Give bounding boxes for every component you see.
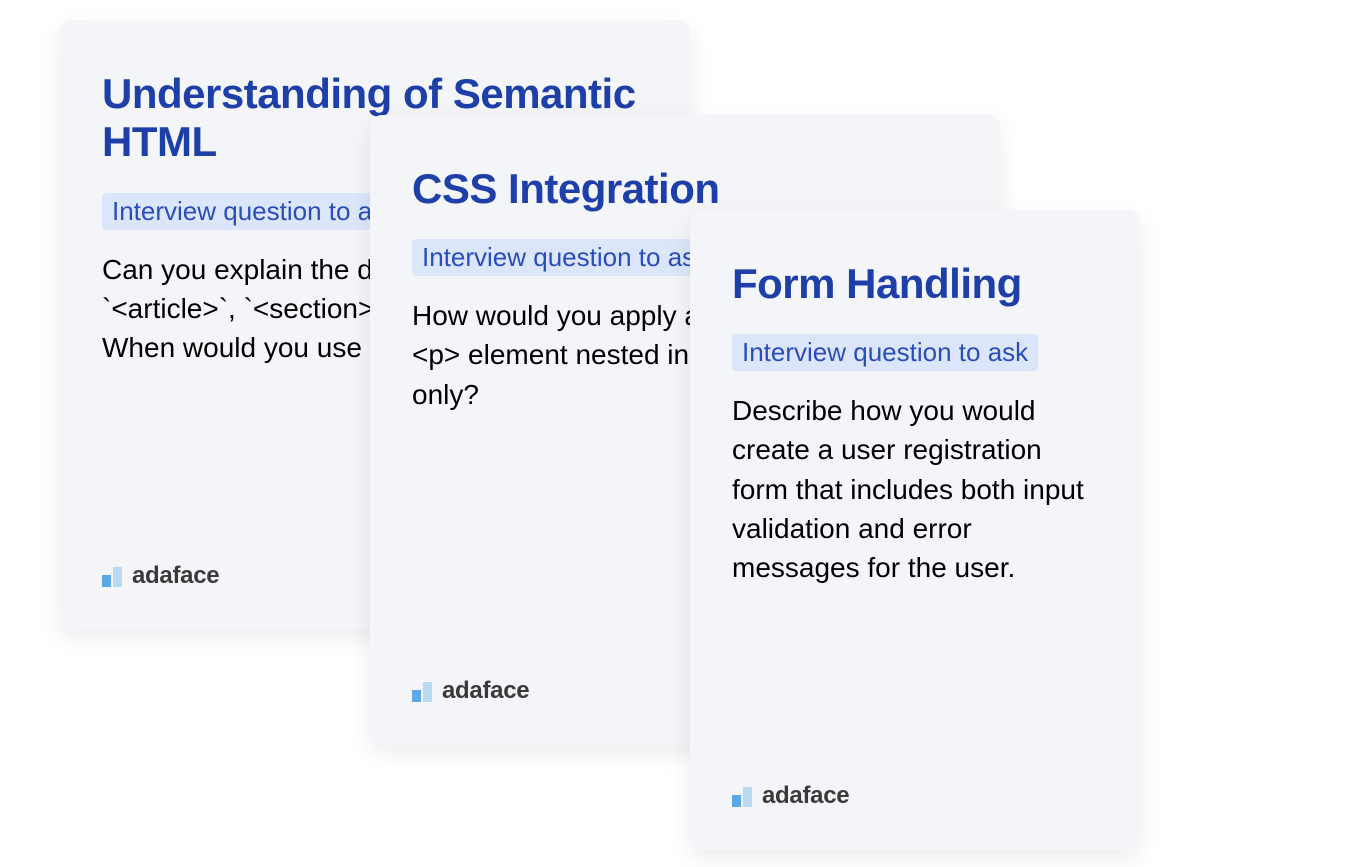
brand-name: adaface [762,782,849,810]
adaface-icon [732,785,754,807]
adaface-icon [412,680,434,702]
card-title: CSS Integration [412,165,958,213]
card-body: Describe how you would create a user reg… [732,391,1098,587]
card-badge: Interview question to ask [412,239,718,276]
brand-logo: adaface [732,782,849,810]
brand-name: adaface [132,562,219,590]
adaface-icon [102,565,124,587]
brand-logo: adaface [102,562,219,590]
interview-card: Form Handling Interview question to ask … [690,210,1140,850]
card-badge: Interview question to ask [732,334,1038,371]
brand-name: adaface [442,677,529,705]
brand-logo: adaface [412,677,529,705]
card-title: Form Handling [732,260,1098,308]
card-badge: Interview question to ask [102,193,408,230]
